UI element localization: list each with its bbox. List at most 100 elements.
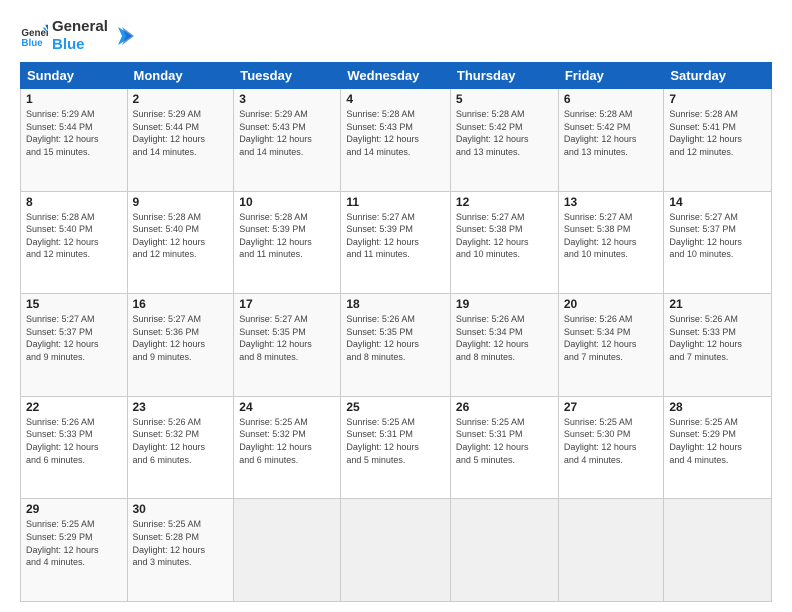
calendar-cell: 10 Sunrise: 5:28 AM Sunset: 5:39 PM Dayli… bbox=[234, 191, 341, 294]
day-number: 15 bbox=[26, 297, 122, 311]
day-number: 26 bbox=[456, 400, 553, 414]
header-thursday: Thursday bbox=[450, 63, 558, 89]
day-info: Sunrise: 5:28 AM Sunset: 5:39 PM Dayligh… bbox=[239, 211, 335, 261]
week-row-3: 22 Sunrise: 5:26 AM Sunset: 5:33 PM Dayli… bbox=[21, 396, 772, 499]
header-wednesday: Wednesday bbox=[341, 63, 451, 89]
day-number: 8 bbox=[26, 195, 122, 209]
calendar-cell: 18 Sunrise: 5:26 AM Sunset: 5:35 PM Dayli… bbox=[341, 294, 451, 397]
day-number: 18 bbox=[346, 297, 445, 311]
day-info: Sunrise: 5:27 AM Sunset: 5:37 PM Dayligh… bbox=[26, 313, 122, 363]
day-info: Sunrise: 5:27 AM Sunset: 5:38 PM Dayligh… bbox=[564, 211, 659, 261]
week-row-0: 1 Sunrise: 5:29 AM Sunset: 5:44 PM Daylig… bbox=[21, 89, 772, 192]
calendar-cell: 14 Sunrise: 5:27 AM Sunset: 5:37 PM Dayli… bbox=[664, 191, 772, 294]
header-tuesday: Tuesday bbox=[234, 63, 341, 89]
calendar-table: SundayMondayTuesdayWednesdayThursdayFrid… bbox=[20, 62, 772, 602]
svg-text:Blue: Blue bbox=[21, 38, 43, 49]
day-info: Sunrise: 5:28 AM Sunset: 5:42 PM Dayligh… bbox=[456, 108, 553, 158]
day-info: Sunrise: 5:26 AM Sunset: 5:34 PM Dayligh… bbox=[456, 313, 553, 363]
day-info: Sunrise: 5:28 AM Sunset: 5:40 PM Dayligh… bbox=[26, 211, 122, 261]
day-info: Sunrise: 5:25 AM Sunset: 5:31 PM Dayligh… bbox=[456, 416, 553, 466]
day-number: 12 bbox=[456, 195, 553, 209]
day-info: Sunrise: 5:28 AM Sunset: 5:40 PM Dayligh… bbox=[133, 211, 229, 261]
calendar-cell bbox=[341, 499, 451, 602]
day-number: 10 bbox=[239, 195, 335, 209]
day-number: 4 bbox=[346, 92, 445, 106]
calendar-cell: 11 Sunrise: 5:27 AM Sunset: 5:39 PM Dayli… bbox=[341, 191, 451, 294]
header-monday: Monday bbox=[127, 63, 234, 89]
day-number: 24 bbox=[239, 400, 335, 414]
day-info: Sunrise: 5:25 AM Sunset: 5:30 PM Dayligh… bbox=[564, 416, 659, 466]
calendar-cell bbox=[664, 499, 772, 602]
calendar-cell: 16Sunrise: 5:27 AM Sunset: 5:36 PM Dayli… bbox=[127, 294, 234, 397]
calendar-cell bbox=[234, 499, 341, 602]
calendar-header-row: SundayMondayTuesdayWednesdayThursdayFrid… bbox=[21, 63, 772, 89]
day-info: Sunrise: 5:28 AM Sunset: 5:42 PM Dayligh… bbox=[564, 108, 659, 158]
header: General Blue General Blue bbox=[20, 18, 772, 54]
calendar-cell: 28 Sunrise: 5:25 AM Sunset: 5:29 PM Dayli… bbox=[664, 396, 772, 499]
day-number: 7 bbox=[669, 92, 766, 106]
calendar-cell: 22 Sunrise: 5:26 AM Sunset: 5:33 PM Dayli… bbox=[21, 396, 128, 499]
calendar-cell: 13Sunrise: 5:27 AM Sunset: 5:38 PM Dayli… bbox=[558, 191, 664, 294]
day-number: 25 bbox=[346, 400, 445, 414]
week-row-1: 8 Sunrise: 5:28 AM Sunset: 5:40 PM Daylig… bbox=[21, 191, 772, 294]
day-number: 3 bbox=[239, 92, 335, 106]
day-number: 30 bbox=[133, 502, 229, 516]
calendar-cell: 26 Sunrise: 5:25 AM Sunset: 5:31 PM Dayli… bbox=[450, 396, 558, 499]
day-number: 22 bbox=[26, 400, 122, 414]
day-number: 9 bbox=[133, 195, 229, 209]
day-info: Sunrise: 5:25 AM Sunset: 5:28 PM Dayligh… bbox=[133, 518, 229, 568]
day-info: Sunrise: 5:29 AM Sunset: 5:44 PM Dayligh… bbox=[26, 108, 122, 158]
logo: General Blue General Blue bbox=[20, 18, 134, 54]
day-info: Sunrise: 5:27 AM Sunset: 5:35 PM Dayligh… bbox=[239, 313, 335, 363]
day-info: Sunrise: 5:26 AM Sunset: 5:35 PM Dayligh… bbox=[346, 313, 445, 363]
week-row-4: 29Sunrise: 5:25 AM Sunset: 5:29 PM Dayli… bbox=[21, 499, 772, 602]
day-info: Sunrise: 5:28 AM Sunset: 5:41 PM Dayligh… bbox=[669, 108, 766, 158]
day-info: Sunrise: 5:27 AM Sunset: 5:36 PM Dayligh… bbox=[133, 313, 229, 363]
day-number: 21 bbox=[669, 297, 766, 311]
calendar-cell: 27 Sunrise: 5:25 AM Sunset: 5:30 PM Dayli… bbox=[558, 396, 664, 499]
logo-line1: General bbox=[52, 18, 108, 36]
day-number: 5 bbox=[456, 92, 553, 106]
day-info: Sunrise: 5:29 AM Sunset: 5:43 PM Dayligh… bbox=[239, 108, 335, 158]
day-info: Sunrise: 5:26 AM Sunset: 5:32 PM Dayligh… bbox=[133, 416, 229, 466]
calendar-cell: 24 Sunrise: 5:25 AM Sunset: 5:32 PM Dayli… bbox=[234, 396, 341, 499]
day-info: Sunrise: 5:26 AM Sunset: 5:34 PM Dayligh… bbox=[564, 313, 659, 363]
week-row-2: 15 Sunrise: 5:27 AM Sunset: 5:37 PM Dayli… bbox=[21, 294, 772, 397]
calendar-cell: 3 Sunrise: 5:29 AM Sunset: 5:43 PM Daylig… bbox=[234, 89, 341, 192]
day-number: 1 bbox=[26, 92, 122, 106]
page: General Blue General Blue SundayMondayTu… bbox=[0, 0, 792, 612]
day-number: 14 bbox=[669, 195, 766, 209]
day-number: 27 bbox=[564, 400, 659, 414]
header-saturday: Saturday bbox=[664, 63, 772, 89]
calendar-cell: 2Sunrise: 5:29 AM Sunset: 5:44 PM Daylig… bbox=[127, 89, 234, 192]
calendar-cell: 19Sunrise: 5:26 AM Sunset: 5:34 PM Dayli… bbox=[450, 294, 558, 397]
calendar-cell: 4 Sunrise: 5:28 AM Sunset: 5:43 PM Daylig… bbox=[341, 89, 451, 192]
day-info: Sunrise: 5:28 AM Sunset: 5:43 PM Dayligh… bbox=[346, 108, 445, 158]
day-number: 11 bbox=[346, 195, 445, 209]
calendar-cell: 25 Sunrise: 5:25 AM Sunset: 5:31 PM Dayli… bbox=[341, 396, 451, 499]
day-number: 29 bbox=[26, 502, 122, 516]
calendar-cell: 21 Sunrise: 5:26 AM Sunset: 5:33 PM Dayli… bbox=[664, 294, 772, 397]
logo-arrow-icon bbox=[112, 25, 134, 47]
day-number: 20 bbox=[564, 297, 659, 311]
day-info: Sunrise: 5:25 AM Sunset: 5:32 PM Dayligh… bbox=[239, 416, 335, 466]
day-info: Sunrise: 5:27 AM Sunset: 5:37 PM Dayligh… bbox=[669, 211, 766, 261]
day-number: 23 bbox=[133, 400, 229, 414]
day-info: Sunrise: 5:26 AM Sunset: 5:33 PM Dayligh… bbox=[669, 313, 766, 363]
calendar-cell: 17 Sunrise: 5:27 AM Sunset: 5:35 PM Dayli… bbox=[234, 294, 341, 397]
day-info: Sunrise: 5:26 AM Sunset: 5:33 PM Dayligh… bbox=[26, 416, 122, 466]
day-number: 28 bbox=[669, 400, 766, 414]
calendar-cell: 9 Sunrise: 5:28 AM Sunset: 5:40 PM Daylig… bbox=[127, 191, 234, 294]
calendar-cell bbox=[450, 499, 558, 602]
day-number: 2 bbox=[133, 92, 229, 106]
day-info: Sunrise: 5:27 AM Sunset: 5:39 PM Dayligh… bbox=[346, 211, 445, 261]
day-number: 17 bbox=[239, 297, 335, 311]
calendar-cell: 20 Sunrise: 5:26 AM Sunset: 5:34 PM Dayli… bbox=[558, 294, 664, 397]
calendar-cell: 30 Sunrise: 5:25 AM Sunset: 5:28 PM Dayli… bbox=[127, 499, 234, 602]
calendar-cell: 15 Sunrise: 5:27 AM Sunset: 5:37 PM Dayli… bbox=[21, 294, 128, 397]
day-info: Sunrise: 5:25 AM Sunset: 5:29 PM Dayligh… bbox=[669, 416, 766, 466]
day-info: Sunrise: 5:27 AM Sunset: 5:38 PM Dayligh… bbox=[456, 211, 553, 261]
day-info: Sunrise: 5:25 AM Sunset: 5:31 PM Dayligh… bbox=[346, 416, 445, 466]
header-friday: Friday bbox=[558, 63, 664, 89]
day-number: 6 bbox=[564, 92, 659, 106]
